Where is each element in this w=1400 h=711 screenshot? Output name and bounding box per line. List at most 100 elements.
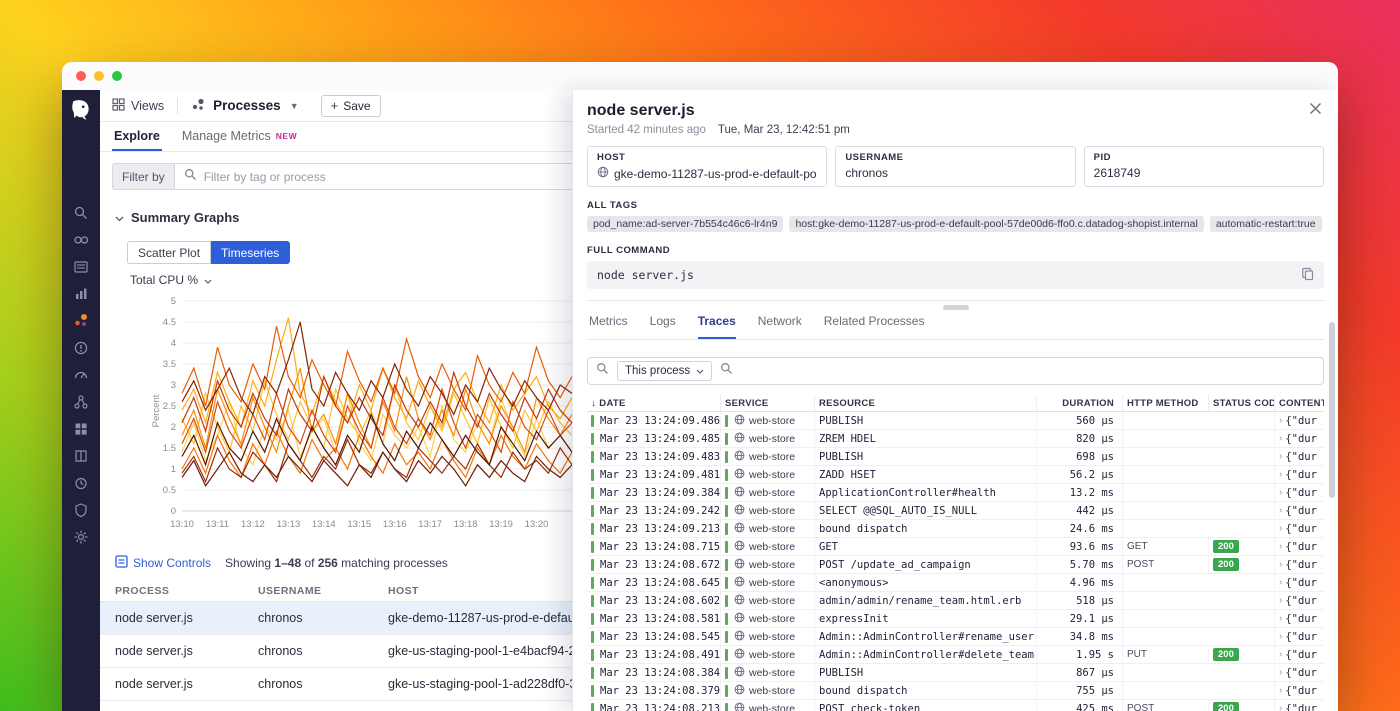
trace-table: ↓ DATE SERVICE RESOURCE DURATION HTTP MET… bbox=[587, 395, 1324, 711]
trace-row[interactable]: Mar 23 13:24:08.645 web-store <anonymous… bbox=[587, 574, 1324, 592]
show-controls-button[interactable]: Show Controls bbox=[115, 555, 211, 571]
infrastructure-icon[interactable] bbox=[62, 226, 100, 253]
datadog-logo[interactable] bbox=[69, 98, 93, 127]
dashboards-icon[interactable] bbox=[62, 415, 100, 442]
process-name: node server.js bbox=[115, 677, 193, 691]
service-indicator-bar bbox=[725, 432, 728, 445]
trace-row[interactable]: Mar 23 13:24:09.486 web-store PUBLISH 56… bbox=[587, 412, 1324, 430]
column-duration[interactable]: DURATION bbox=[1037, 395, 1123, 411]
username-info-box[interactable]: USERNAME chronos bbox=[835, 146, 1076, 187]
search-icon[interactable] bbox=[62, 199, 100, 226]
column-resource[interactable]: RESOURCE bbox=[815, 395, 1037, 411]
tab-manage-metrics[interactable]: Manage Metrics NEW bbox=[180, 122, 299, 151]
logs-icon[interactable] bbox=[62, 442, 100, 469]
tag-pill[interactable]: host:gke-demo-11287-us-prod-e-default-po… bbox=[789, 216, 1204, 232]
trace-row[interactable]: Mar 23 13:24:08.379 web-store bound disp… bbox=[587, 682, 1324, 700]
timeseries-button[interactable]: Timeseries bbox=[211, 241, 291, 264]
maximize-window-button[interactable] bbox=[112, 71, 122, 81]
trace-resource: ZREM HDEL bbox=[815, 430, 1037, 447]
scatter-plot-button[interactable]: Scatter Plot bbox=[127, 241, 212, 264]
trace-row[interactable]: Mar 23 13:24:08.581 web-store expressIni… bbox=[587, 610, 1324, 628]
trace-row[interactable]: Mar 23 13:24:09.384 web-store Applicatio… bbox=[587, 484, 1324, 502]
tag-pill[interactable]: automatic-restart:true bbox=[1209, 216, 1322, 232]
trace-content: {"dur bbox=[1285, 540, 1317, 553]
metrics-icon[interactable] bbox=[62, 280, 100, 307]
chevron-down-icon bbox=[204, 273, 212, 287]
trace-row[interactable]: Mar 23 13:24:08.715 web-store GET 93.6 m… bbox=[587, 538, 1324, 556]
network-icon[interactable] bbox=[62, 388, 100, 415]
filter-by-label: Filter by bbox=[112, 163, 174, 190]
column-username[interactable]: USERNAME bbox=[258, 585, 388, 597]
trace-row[interactable]: Mar 23 13:24:08.545 web-store Admin::Adm… bbox=[587, 628, 1324, 646]
host-value: gke-demo-11287-us-prod-e-default-pool-57… bbox=[614, 166, 817, 181]
security-icon[interactable] bbox=[62, 496, 100, 523]
column-http-method[interactable]: HTTP METHOD bbox=[1123, 395, 1209, 411]
column-host[interactable]: HOST bbox=[388, 585, 587, 597]
trace-row[interactable]: Mar 23 13:24:09.483 web-store PUBLISH 69… bbox=[587, 448, 1324, 466]
monitors-icon[interactable] bbox=[62, 334, 100, 361]
trace-indicator-bar bbox=[591, 504, 594, 517]
panel-drag-handle[interactable] bbox=[942, 305, 969, 310]
expand-caret-icon: › bbox=[1279, 469, 1283, 480]
process-table-row[interactable]: node server.js chronos gke-us-staging-po… bbox=[100, 668, 587, 701]
trace-row[interactable]: Mar 23 13:24:08.672 web-store POST /upda… bbox=[587, 556, 1324, 574]
trace-row[interactable]: Mar 23 13:24:09.242 web-store SELECT @@S… bbox=[587, 502, 1324, 520]
expand-caret-icon: › bbox=[1279, 451, 1283, 462]
trace-row[interactable]: Mar 23 13:24:09.485 web-store ZREM HDEL … bbox=[587, 430, 1324, 448]
expand-caret-icon: › bbox=[1279, 613, 1283, 624]
tab-explore[interactable]: Explore bbox=[112, 122, 162, 151]
column-status-code[interactable]: STATUS CODE bbox=[1209, 395, 1275, 411]
panel-tab[interactable]: Metrics bbox=[589, 314, 628, 339]
synthetics-icon[interactable] bbox=[62, 469, 100, 496]
process-table-row[interactable]: node server.js chronos gke-us-staging-po… bbox=[100, 635, 587, 668]
trace-row[interactable]: Mar 23 13:24:09.481 web-store ZADD HSET … bbox=[587, 466, 1324, 484]
settings-icon[interactable] bbox=[62, 523, 100, 550]
processes-icon[interactable] bbox=[62, 307, 100, 334]
cpu-timeseries-chart[interactable]: 0 0.5 1 1.5 2 2.5 3 3.5 4 4.5 5 13:10 13:11 13:12 13:1… bbox=[150, 293, 572, 541]
trace-date: Mar 23 13:24:08.672 bbox=[600, 558, 721, 571]
trace-row[interactable]: Mar 23 13:24:08.213 web-store POST check… bbox=[587, 700, 1324, 711]
trace-row[interactable]: Mar 23 13:24:08.491 web-store Admin::Adm… bbox=[587, 646, 1324, 664]
apm-icon[interactable] bbox=[62, 361, 100, 388]
panel-tab[interactable]: Related Processes bbox=[824, 314, 925, 339]
globe-icon bbox=[734, 486, 745, 500]
expand-caret-icon: › bbox=[1279, 595, 1283, 606]
process-table-row[interactable]: node server.js chronos gke-us-staging-de… bbox=[100, 701, 587, 711]
process-table-row[interactable]: node server.js chronos gke-demo-11287-us… bbox=[100, 602, 587, 635]
panel-tab[interactable]: Logs bbox=[650, 314, 676, 339]
close-icon[interactable] bbox=[1309, 102, 1322, 115]
minimize-window-button[interactable] bbox=[94, 71, 104, 81]
trace-search-input[interactable] bbox=[741, 364, 1315, 378]
copy-icon[interactable] bbox=[1301, 267, 1314, 284]
globe-icon bbox=[734, 648, 745, 662]
scope-select[interactable]: This process bbox=[617, 361, 713, 381]
trace-duration: 867 µs bbox=[1037, 664, 1123, 681]
globe-icon bbox=[734, 594, 745, 608]
trace-duration: 24.6 ms bbox=[1037, 520, 1123, 537]
tag-pill[interactable]: pod_name:ad-server-7b554c46c6-lr4n9 bbox=[587, 216, 784, 232]
service-indicator-bar bbox=[725, 558, 728, 571]
save-button[interactable]: + Save bbox=[320, 94, 381, 117]
trace-service: web-store bbox=[749, 594, 796, 607]
column-process[interactable]: PROCESS bbox=[115, 585, 258, 597]
pid-info-box[interactable]: PID 2618749 bbox=[1083, 146, 1324, 187]
trace-row[interactable]: Mar 23 13:24:08.384 web-store PUBLISH 86… bbox=[587, 664, 1324, 682]
close-window-button[interactable] bbox=[76, 71, 86, 81]
views-button[interactable]: Views bbox=[112, 97, 164, 114]
panel-scrollbar[interactable] bbox=[1329, 322, 1335, 498]
host-info-box[interactable]: HOST gke-demo-11287-us-prod-e-default-po… bbox=[587, 146, 828, 187]
column-content[interactable]: CONTENT bbox=[1275, 395, 1324, 411]
globe-icon bbox=[597, 166, 609, 181]
panel-tab[interactable]: Traces bbox=[697, 314, 736, 339]
trace-row[interactable]: Mar 23 13:24:09.213 web-store bound disp… bbox=[587, 520, 1324, 538]
page-title[interactable]: Processes ▼ bbox=[191, 97, 299, 115]
panel-tab[interactable]: Network bbox=[758, 314, 802, 339]
host-list-icon[interactable] bbox=[62, 253, 100, 280]
trace-service: web-store bbox=[749, 432, 796, 445]
column-date[interactable]: ↓ DATE bbox=[587, 395, 721, 411]
trace-row[interactable]: Mar 23 13:24:08.602 web-store admin/admi… bbox=[587, 592, 1324, 610]
trace-resource: POST /update_ad_campaign bbox=[815, 556, 1037, 573]
trace-service: web-store bbox=[749, 414, 796, 427]
service-indicator-bar bbox=[725, 630, 728, 643]
column-service[interactable]: SERVICE bbox=[721, 395, 815, 411]
